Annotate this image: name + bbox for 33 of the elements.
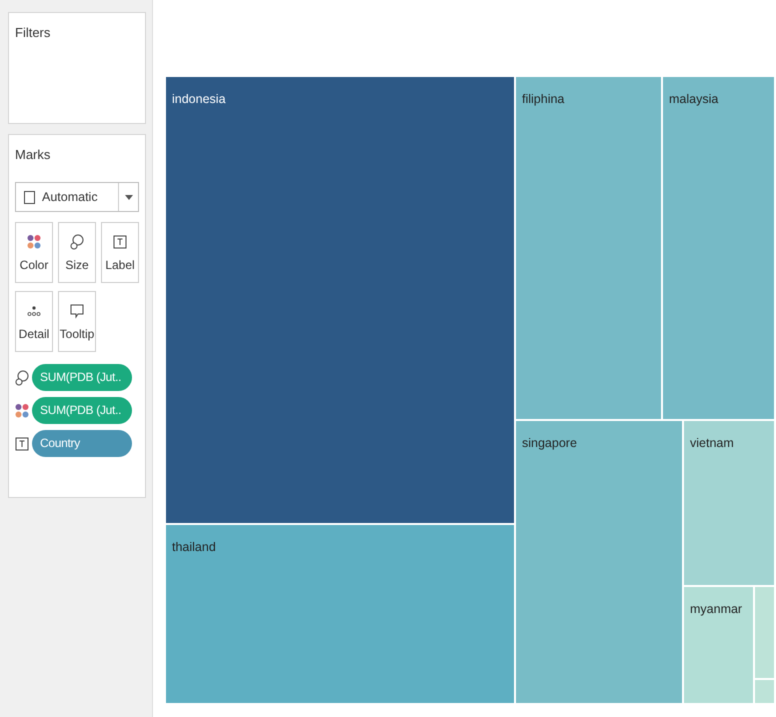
mark-button[interactable]: Label: [101, 222, 139, 283]
tile-label: filiphina: [522, 92, 564, 106]
color-dots-icon: [15, 402, 29, 418]
caret-icon: [125, 194, 133, 200]
treemap-tile[interactable]: [754, 679, 775, 704]
tile-label: malaysia: [669, 92, 718, 106]
text-label-icon: [15, 436, 29, 452]
filters-title: Filters: [15, 25, 50, 40]
treemap-tile[interactable]: malaysia: [662, 76, 775, 420]
tile-label: indonesia: [172, 92, 226, 106]
treemap-tile[interactable]: vietnam: [683, 420, 775, 586]
treemap-tile[interactable]: thailand: [165, 524, 515, 704]
tile-label: myanmar: [690, 602, 742, 616]
circles-icon: [15, 370, 29, 386]
marks-title: Marks: [15, 147, 50, 162]
tile-label: vietnam: [690, 436, 734, 450]
color-dots-icon: [27, 234, 41, 250]
square-icon: [24, 190, 35, 204]
treemap-tile[interactable]: myanmar: [683, 586, 754, 704]
treemap-tile[interactable]: indonesia: [165, 76, 515, 524]
treemap-tile[interactable]: filiphina: [515, 76, 662, 420]
text-label-icon: [113, 234, 127, 250]
circles-icon: [70, 234, 84, 250]
mark-button[interactable]: Color: [15, 222, 53, 283]
treemap-tile[interactable]: singapore: [515, 420, 683, 704]
tile-label: thailand: [172, 540, 216, 554]
tile-label: singapore: [522, 436, 577, 450]
mark-button[interactable]: Detail: [15, 291, 53, 352]
speech-bubble-icon: [70, 302, 84, 318]
mark-button[interactable]: Tooltip: [58, 291, 96, 352]
mark-button[interactable]: Size: [58, 222, 96, 283]
mark-type-dropdown[interactable]: Automatic: [15, 182, 139, 212]
treemap-tile[interactable]: [754, 586, 775, 679]
